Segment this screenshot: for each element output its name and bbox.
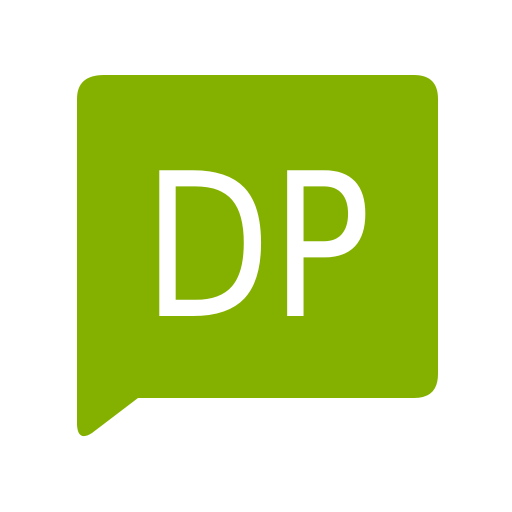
speech-bubble-icon: DP <box>77 75 438 437</box>
app-icon-canvas: DP <box>0 0 512 512</box>
logo-monogram-text: DP <box>143 131 371 364</box>
